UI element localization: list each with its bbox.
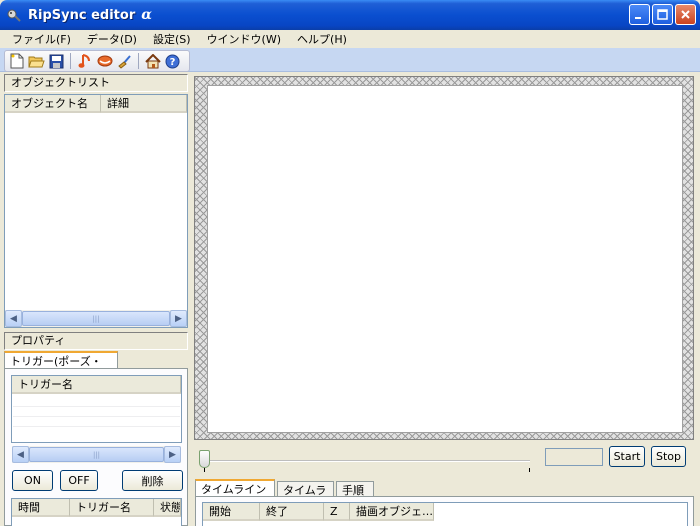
clean-button[interactable] [116,53,133,70]
column-header-trigger-name[interactable]: トリガー名 [12,376,181,394]
maximize-button[interactable] [652,4,673,25]
audio-button[interactable] [76,53,93,70]
new-file-icon [10,53,23,69]
column-header-object-name[interactable]: オブジェクト名 [5,95,101,113]
chevron-right-icon: ▶ [169,449,176,460]
menu-window[interactable]: ウインドウ(W) [199,31,289,47]
object-list-scrollbar[interactable]: ◀ ||| ▶ [5,310,187,327]
toolbar: ? [4,50,190,72]
home-icon [144,53,161,68]
scroll-thumb[interactable]: ||| [29,447,164,462]
grid-line [13,416,180,417]
chevron-left-icon: ◀ [17,449,24,460]
stop-button[interactable]: Stop [651,446,686,467]
chevron-left-icon: ◀ [10,313,17,324]
open-button[interactable] [28,53,45,70]
scroll-thumb[interactable]: ||| [22,311,170,326]
time-readout [545,448,603,466]
column-header-z[interactable]: Z [324,503,350,521]
menu-bar: ファイル(F) データ(D) 設定(S) ウインドウ(W) ヘルプ(H) [0,30,700,48]
tab-timeline-info[interactable]: タイムライン情報 [195,479,275,513]
object-list-title: オブジェクトリスト [4,74,188,92]
tab-trigger[interactable]: トリガー(ポーズ・表情) [4,351,118,385]
trigger-list-scrollbar[interactable]: ◀ ||| ▶ [12,446,181,463]
right-pane: Start Stop タイムライン情報 タイムライン 手順 開始 終了 Z 描画… [190,72,700,526]
trigger-list[interactable]: トリガー名 [11,375,182,443]
left-pane: オブジェクトリスト オブジェクト名 詳細 ◀ ||| ▶ プロパティ トリガー(… [0,72,190,526]
object-list[interactable]: オブジェクト名 詳細 [4,94,188,328]
on-button[interactable]: ON [12,470,53,491]
chevron-right-icon: ▶ [175,313,182,324]
trigger-table[interactable]: 時間 トリガー名 状態 [11,498,182,526]
off-button[interactable]: OFF [60,470,98,491]
tab-timeline[interactable]: タイムライン [277,481,334,514]
menu-help[interactable]: ヘルプ(H) [289,31,355,47]
timeline-slider-thumb[interactable] [199,450,210,468]
new-file-button[interactable] [8,53,25,70]
start-button[interactable]: Start [609,446,645,467]
timeline-table[interactable]: 開始 終了 Z 描画オブジェ… [202,502,688,526]
close-icon [681,10,690,19]
save-disk-icon [49,54,64,68]
title-bar[interactable]: RipSync editor α [0,0,700,30]
grid-line [13,426,180,427]
open-folder-icon [28,56,45,68]
column-header-start[interactable]: 開始 [203,503,260,521]
menu-settings[interactable]: 設定(S) [145,31,199,47]
slider-tick [529,468,530,472]
scroll-left-button[interactable]: ◀ [12,446,29,463]
minimize-icon [635,17,641,19]
close-button[interactable] [675,4,696,25]
save-button[interactable] [48,53,65,70]
home-button[interactable] [144,53,161,70]
column-header-time[interactable]: 時間 [12,499,70,517]
tab-steps[interactable]: 手順 [336,481,374,497]
grid-line [13,406,180,407]
column-header-end[interactable]: 終了 [260,503,324,521]
column-header-trigger-name[interactable]: トリガー名 [70,499,154,517]
toolbar-separator [138,53,139,69]
preview-frame [194,76,694,440]
app-icon[interactable] [6,7,22,23]
minimize-button[interactable] [629,4,650,25]
preview-canvas[interactable] [207,85,683,433]
window-title-suffix: α [141,7,153,23]
timeline-slider-track[interactable] [204,460,530,462]
scroll-right-button[interactable]: ▶ [164,446,181,463]
help-button[interactable]: ? [164,53,181,70]
maximize-icon [657,9,668,20]
properties-title: プロパティ [4,332,188,350]
column-header-detail[interactable]: 詳細 [101,95,187,113]
help-icon: ? [165,54,180,68]
scroll-left-button[interactable]: ◀ [5,310,22,327]
scroll-right-button[interactable]: ▶ [170,310,187,327]
lipsync-button[interactable] [96,53,113,70]
window-title: RipSync editor [28,7,136,23]
menu-file[interactable]: ファイル(F) [4,31,79,47]
toolbar-separator [70,53,71,69]
delete-button[interactable]: 削除 [122,470,183,491]
slider-tick [204,468,205,472]
music-note-icon [78,54,90,68]
mouth-icon [97,55,112,67]
menu-data[interactable]: データ(D) [79,31,145,47]
column-header-draw-object[interactable]: 描画オブジェ… [350,503,434,521]
svg-text:?: ? [170,57,176,68]
column-header-state[interactable]: 状態 [154,499,181,517]
broom-icon [118,54,131,69]
